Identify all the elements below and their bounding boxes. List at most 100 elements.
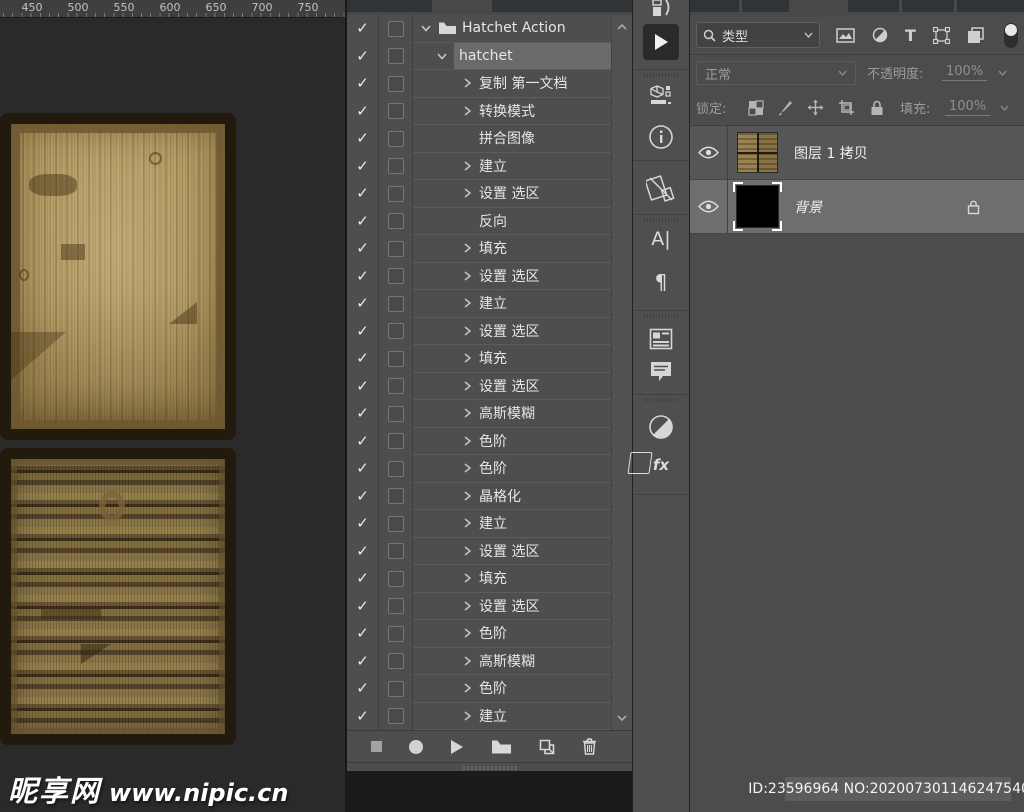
step-include-toggle[interactable]: ✓	[347, 455, 379, 483]
step-include-toggle[interactable]: ✓	[347, 263, 379, 291]
step-dialog-toggle[interactable]	[379, 98, 413, 126]
chevron-right-icon[interactable]	[460, 105, 474, 117]
step-content[interactable]: 色阶	[413, 675, 613, 703]
action-step-row[interactable]: ✓拼合图像	[347, 125, 634, 153]
step-dialog-toggle[interactable]	[379, 510, 413, 538]
step-dialog-toggle[interactable]	[379, 428, 413, 456]
step-include-toggle[interactable]: ✓	[347, 593, 379, 621]
step-content[interactable]: 复制 第一文档	[413, 70, 613, 98]
layer-thumbnail[interactable]	[737, 132, 778, 173]
step-include-toggle[interactable]: ✓	[347, 675, 379, 703]
step-content[interactable]: 反向	[413, 208, 613, 236]
action-step-row[interactable]: ✓建立	[347, 703, 634, 731]
action-step-row[interactable]: ✓填充	[347, 565, 634, 593]
step-content[interactable]: 色阶	[413, 455, 613, 483]
chevron-right-icon[interactable]	[460, 490, 474, 502]
chevron-right-icon[interactable]	[460, 242, 474, 254]
chevron-right-icon[interactable]	[460, 462, 474, 474]
hidden-tab[interactable]	[902, 0, 954, 12]
step-include-toggle[interactable]: ✓	[347, 428, 379, 456]
chevron-right-icon[interactable]	[460, 682, 474, 694]
step-dialog-toggle[interactable]	[379, 648, 413, 676]
panel-resize-grip[interactable]	[347, 762, 634, 771]
step-dialog-toggle[interactable]	[379, 483, 413, 511]
set-dialog-toggle[interactable]	[379, 15, 413, 43]
action-step-row[interactable]: ✓晶格化	[347, 483, 634, 511]
step-dialog-toggle[interactable]	[379, 455, 413, 483]
chevron-right-icon[interactable]	[460, 187, 474, 199]
action-step-row[interactable]: ✓填充	[347, 235, 634, 263]
step-include-toggle[interactable]: ✓	[347, 290, 379, 318]
step-content[interactable]: 转换模式	[413, 98, 613, 126]
lock-artboard-icon[interactable]	[838, 99, 855, 116]
action-step-row[interactable]: ✓ 转换模式	[347, 98, 634, 126]
action-step-row[interactable]: ✓设置 选区	[347, 373, 634, 401]
actions-panel-button[interactable]	[643, 24, 679, 60]
scroll-down-icon[interactable]	[612, 714, 632, 722]
chevron-right-icon[interactable]	[460, 435, 474, 447]
chevron-right-icon[interactable]	[460, 380, 474, 392]
step-include-toggle[interactable]: ✓	[347, 125, 379, 153]
paragraph-panel-button[interactable]: ¶	[655, 270, 668, 294]
step-dialog-toggle[interactable]	[379, 208, 413, 236]
notes-panel-button[interactable]	[649, 360, 673, 384]
lock-all-icon[interactable]	[870, 100, 884, 116]
action-step-row[interactable]: ✓ 建立	[347, 510, 634, 538]
step-include-toggle[interactable]: ✓	[347, 180, 379, 208]
smart-object-filter-icon[interactable]	[967, 27, 984, 44]
step-include-toggle[interactable]: ✓	[347, 153, 379, 181]
opacity-value[interactable]: 100%	[942, 64, 987, 81]
canvas-area[interactable]: 450500550600650700750 昵享网www.nipic.cn	[0, 0, 345, 812]
layer-name[interactable]: 背景	[794, 197, 822, 217]
hidden-tab[interactable]	[742, 0, 789, 12]
action-step-row[interactable]: ✓建立	[347, 153, 634, 181]
filter-toggle-switch[interactable]	[1004, 23, 1018, 48]
step-include-toggle[interactable]: ✓	[347, 345, 379, 373]
step-content[interactable]: 高斯模糊	[413, 648, 613, 676]
step-dialog-toggle[interactable]	[379, 373, 413, 401]
step-dialog-toggle[interactable]	[379, 565, 413, 593]
styles-panel-button[interactable]: fx	[633, 456, 689, 474]
layer-thumbnail[interactable]	[737, 186, 778, 227]
pixel-layer-filter-icon[interactable]	[836, 28, 855, 43]
action-step-row[interactable]: ✓ 色阶	[347, 675, 634, 703]
chevron-right-icon[interactable]	[460, 572, 474, 584]
step-dialog-toggle[interactable]	[379, 318, 413, 346]
step-dialog-toggle[interactable]	[379, 70, 413, 98]
step-content[interactable]: 设置 选区	[413, 538, 613, 566]
action-step-row[interactable]: ✓设置 选区	[347, 538, 634, 566]
new-set-folder-icon[interactable]	[491, 739, 512, 754]
step-include-toggle[interactable]: ✓	[347, 400, 379, 428]
step-include-toggle[interactable]: ✓	[347, 648, 379, 676]
chevron-right-icon[interactable]	[460, 600, 474, 612]
step-content[interactable]: 设置 选区	[413, 180, 613, 208]
action-step-row[interactable]: ✓ 色阶	[347, 455, 634, 483]
step-content[interactable]: 设置 选区	[413, 263, 613, 291]
step-content[interactable]: 建立	[413, 510, 613, 538]
step-include-toggle[interactable]: ✓	[347, 703, 379, 731]
step-content[interactable]: 高斯模糊	[413, 400, 613, 428]
new-action-icon[interactable]	[539, 739, 555, 755]
record-icon[interactable]	[409, 740, 423, 754]
chevron-right-icon[interactable]	[460, 627, 474, 639]
layer-name[interactable]: 图层 1 拷贝	[794, 143, 868, 163]
layer-visibility-toggle[interactable]	[690, 180, 728, 233]
layer-row[interactable]: 背景	[690, 180, 1024, 234]
hidden-tab[interactable]	[957, 0, 1024, 12]
stop-icon[interactable]	[371, 741, 382, 752]
set-content[interactable]: Hatchet Action	[413, 15, 613, 43]
step-dialog-toggle[interactable]	[379, 538, 413, 566]
step-include-toggle[interactable]: ✓	[347, 510, 379, 538]
action-include-toggle[interactable]: ✓	[347, 43, 379, 71]
chevron-right-icon[interactable]	[460, 77, 474, 89]
step-include-toggle[interactable]: ✓	[347, 98, 379, 126]
step-content[interactable]: 设置 选区	[413, 318, 613, 346]
step-dialog-toggle[interactable]	[379, 125, 413, 153]
chevron-right-icon[interactable]	[460, 297, 474, 309]
step-content[interactable]: 设置 选区	[413, 373, 613, 401]
clipped-panel-icon[interactable]	[648, 0, 674, 16]
measurement-log-panel-button[interactable]	[646, 174, 676, 204]
action-step-row[interactable]: ✓色阶	[347, 428, 634, 456]
step-dialog-toggle[interactable]	[379, 400, 413, 428]
step-dialog-toggle[interactable]	[379, 263, 413, 291]
